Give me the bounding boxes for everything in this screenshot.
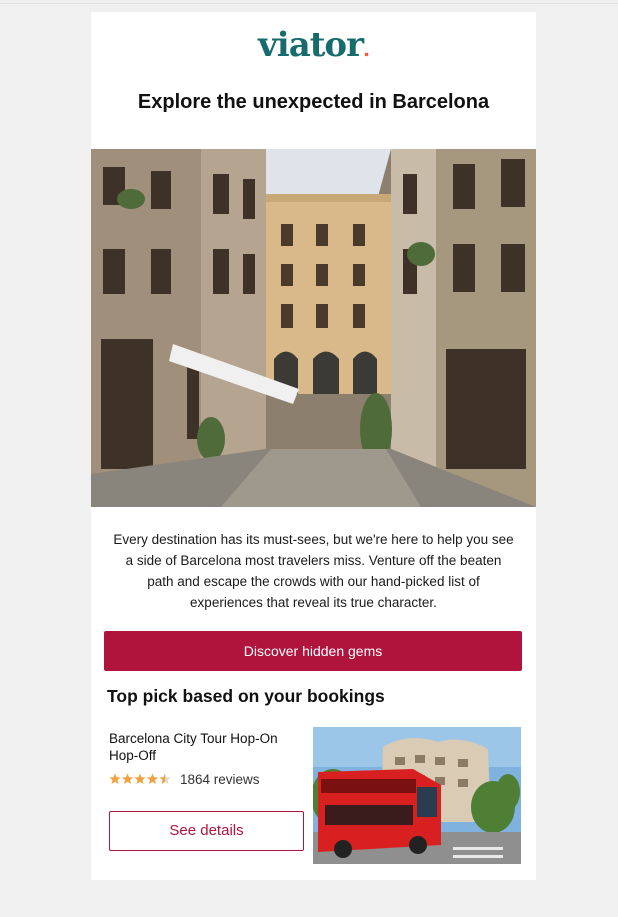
barcelona-street-hero-image[interactable] (91, 149, 536, 507)
see-details-button[interactable]: See details (109, 811, 304, 851)
viator-logo[interactable]: viator. (91, 28, 536, 62)
hop-on-hop-off-bus-image[interactable] (313, 727, 521, 864)
intro-text: Every destination has its must-sees, but… (113, 532, 514, 610)
review-count: 1864 reviews (180, 771, 260, 787)
window-top-border (0, 3, 618, 4)
top-pick-title: Top pick based on your bookings (107, 686, 385, 706)
tour-rating: 1864 reviews (109, 771, 260, 787)
email-card: viator. Explore the unexpected in Barcel… (91, 12, 536, 880)
rating-stars (109, 773, 171, 785)
discover-hidden-gems-button[interactable]: Discover hidden gems (104, 631, 522, 671)
star-rating-icon (109, 773, 171, 784)
page-title: Explore the unexpected in Barcelona (137, 91, 490, 113)
tour-name-link[interactable]: Barcelona City Tour Hop-On Hop-Off (109, 730, 299, 764)
